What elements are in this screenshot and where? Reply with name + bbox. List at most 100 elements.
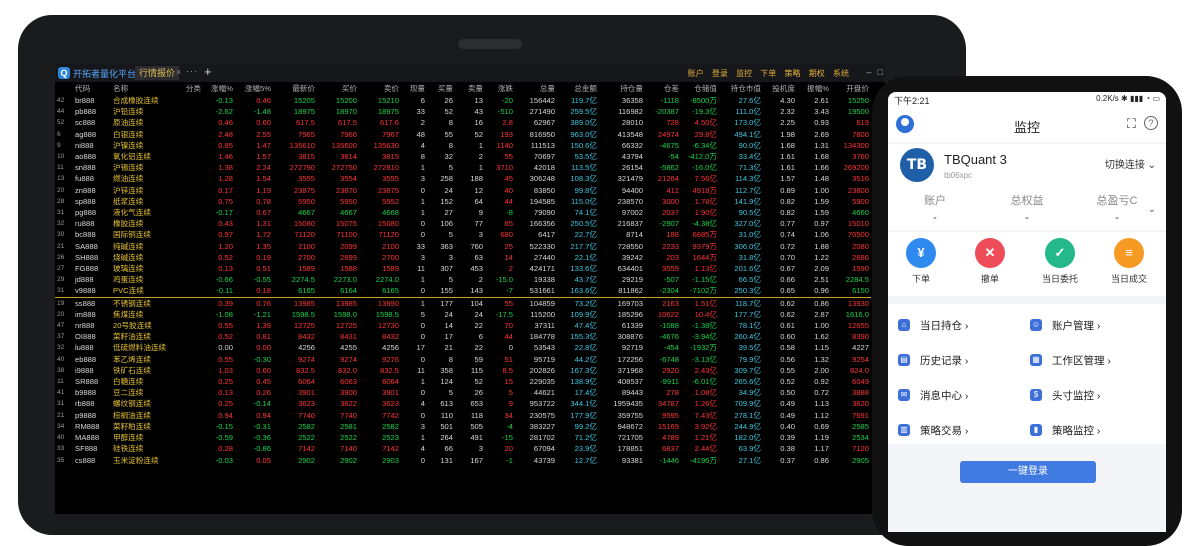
app-logo-icon: Q — [58, 67, 70, 79]
column-header[interactable] — [55, 82, 73, 95]
table-cell: 24 — [444, 309, 453, 319]
table-row[interactable]: 35 cs888 玉米淀粉连续 -0.03 0.05 2902 2902 2903 0 131 16… — [55, 455, 871, 466]
menu-item-6[interactable]: ▥ 策略交易 › — [898, 421, 1028, 441]
column-header[interactable]: 卖量 — [455, 82, 485, 95]
column-header[interactable]: 涨幅% — [203, 82, 235, 95]
column-header[interactable]: 持仓量 — [599, 82, 645, 95]
tab-quotes[interactable]: 行情报价 — [135, 66, 180, 80]
table-row[interactable]: 11 sn888 沪锡连续 1.38 2.24 272790 272750 272810 1 5 1… — [55, 162, 871, 173]
table-row[interactable]: 31 rb888 螺纹钢连续 0.25 -0.14 3623 3622 3623 4 613 653… — [55, 398, 871, 409]
column-header[interactable]: 买量 — [427, 82, 455, 95]
column-header[interactable]: 仓差 — [645, 82, 681, 95]
column-header[interactable]: 总量 — [515, 82, 557, 95]
table-row[interactable]: 28 sp888 纸浆连续 0.75 0.78 5950 5950 5952 1 152 64 44 1… — [55, 196, 871, 207]
table-cell: 0.72 — [780, 241, 795, 251]
table-cell: 4 — [420, 444, 425, 454]
table-row[interactable]: 37 OI888 菜籽油连续 0.52 0.81 8432 8431 8432 0 17 6 44 18… — [55, 331, 871, 342]
column-header[interactable]: 总金额 — [557, 82, 599, 95]
table-row[interactable]: 20 im888 焦煤连续 -1.08 -1.21 1598.5 1598.0 1598.5 5… — [55, 309, 871, 320]
column-header[interactable]: 开盘价 — [831, 82, 871, 95]
table-cell: 1.98 — [780, 129, 795, 139]
quick-action-3[interactable]: ≡ 当日成交 — [1094, 238, 1164, 285]
column-header[interactable]: 现量 — [401, 82, 427, 95]
table-row[interactable]: 42 br888 合成橡胶连续 -0.13 0.46 15205 15200 15210 6 26… — [55, 95, 871, 106]
table-cell: 1 — [420, 377, 425, 387]
column-header[interactable]: 最新价 — [273, 82, 317, 95]
table-row[interactable]: 13 fu888 燃油连续 1.28 1.54 3555 3554 3555 3 258 188 45… — [55, 173, 871, 184]
more-icon[interactable]: ··· — [186, 66, 198, 76]
menu-item-7[interactable]: ▮ 策略监控 › — [1030, 421, 1160, 441]
table-row[interactable]: 31 pg888 液化气连续 -0.17 0.67 4667 4667 4668 1 27 9 -8 7… — [55, 207, 871, 218]
column-header[interactable]: 涨跌 — [485, 82, 515, 95]
menu-system[interactable]: 系统 — [833, 69, 849, 78]
column-header[interactable]: 振幅% — [797, 82, 831, 95]
column-header[interactable]: 名称 — [111, 82, 171, 95]
menu-item-0[interactable]: ⌂ 当日持仓 › — [898, 316, 1028, 336]
table-row[interactable]: 30 bc888 国际铜连续 0.97 1.72 71120 71100 71120 0 5 3 68… — [55, 229, 871, 240]
quick-action-2[interactable]: ✓ 当日委托 — [1025, 238, 1095, 285]
table-cell: 7967 — [382, 129, 399, 139]
table-row[interactable]: 52 sc888 原油连续 0.46 0.60 617.5 617.5 617.6 2 8 16 2.… — [55, 117, 871, 128]
scan-icon[interactable]: ⛶ — [1127, 116, 1136, 132]
table-cell: 238570 — [617, 196, 643, 206]
table-row[interactable]: 11 SR888 白糖连续 0.25 0.45 6064 6063 6064 1 124 52 15 2… — [55, 376, 871, 387]
table-row[interactable]: 9 ni888 沪镍连续 0.85 1.47 135610 135600 135630 4 8 1 1… — [55, 140, 871, 151]
menu-strategy[interactable]: 策略 — [785, 69, 801, 78]
menu-order[interactable]: 下单 — [760, 69, 776, 78]
column-header[interactable]: 卖价 — [359, 82, 401, 95]
table-row[interactable]: 10 ao888 氧化铝连续 1.46 1.57 3815 3814 3815 8 32 2 55 70… — [55, 151, 871, 162]
menu-item-3[interactable]: ▦ 工作区管理 › — [1030, 351, 1160, 371]
switch-connection-button[interactable]: 切换连接 ⌄ — [1105, 156, 1156, 171]
minimize-icon[interactable]: – — [867, 67, 872, 77]
table-cell: 0.67 — [780, 264, 795, 274]
table-row[interactable]: 29 jd888 鸡蛋连续 -0.66 -0.55 2274.5 2273.0 2274.0 1… — [55, 274, 871, 285]
one-click-login-button[interactable]: 一键登录 — [960, 461, 1096, 483]
stat-value: - — [933, 212, 937, 224]
table-row[interactable]: 34 RM888 菜籽粕连续 -0.15 -0.31 2582 2581 2582 3 501 50… — [55, 421, 871, 432]
menu-account[interactable]: 账户 — [688, 69, 704, 78]
table-row[interactable]: 32 ru888 橡胶连续 0.43 1.31 15080 15075 15080 0 106 77… — [55, 218, 871, 229]
tab-close-icon[interactable]: × — [176, 67, 181, 77]
table-row[interactable]: 38 i9888 铁矿石连续 1.03 0.60 832.5 832.0 832.5 11 358… — [55, 365, 871, 376]
menu-item-1[interactable]: ☺ 账户管理 › — [1030, 316, 1160, 336]
table-row[interactable]: 40 MA888 甲醇连续 -0.59 -0.36 2522 2522 2523 1 264 491… — [55, 432, 871, 443]
menu-login[interactable]: 登录 — [712, 69, 728, 78]
table-cell — [171, 162, 203, 173]
menu-item-5[interactable]: $ 头寸监控 › — [1030, 386, 1160, 406]
table-row[interactable]: 44 pb888 沪铅连续 -2.62 -1.48 18975 18970 18975 33 52… — [55, 106, 871, 117]
table-cell: 1.59 — [814, 208, 829, 218]
quick-action-1[interactable]: ✕ 撤单 — [955, 238, 1025, 285]
table-row[interactable]: 41 b9888 豆二连续 0.13 0.26 3901 3900 3901 0 5 26 5 4462… — [55, 387, 871, 398]
menu-item-4[interactable]: ✉ 消息中心 › — [898, 386, 1028, 406]
column-header[interactable]: 涨幅5% — [235, 82, 273, 95]
menu-item-2[interactable]: ▤ 历史记录 › — [898, 351, 1028, 371]
table-row[interactable]: 19 ss888 不锈钢连续 0.39 0.76 13985 13985 13990 1 177 1… — [55, 296, 871, 309]
quick-action-0[interactable]: ¥ 下单 — [888, 238, 956, 285]
table-row[interactable]: 6 ag888 白银连续 2.48 2.55 7965 7966 7967 48 55 52 193 8… — [55, 129, 871, 140]
table-row[interactable]: 33 SF888 硅铁连续 0.28 -0.86 7142 7140 7142 4 66 3 20 67… — [55, 443, 871, 454]
expand-chevron-icon[interactable]: ⌄ — [1148, 204, 1156, 215]
table-row[interactable]: 32 lu888 低硫燃料油连续 0.00 0.00 4256 4255 4256 17 21 22… — [55, 342, 871, 353]
table-row[interactable]: 26 SH888 烧碱连续 0.52 0.19 2700 2699 2700 3 3 63 14 274… — [55, 252, 871, 263]
table-row[interactable]: 47 nr888 20号胶连续 0.55 1.39 12725 12725 12730 0 14 2… — [55, 320, 871, 331]
column-header[interactable]: 持仓市值 — [719, 82, 763, 95]
table-row[interactable]: 21 SA888 纯碱连续 1.20 1.35 2100 2099 2100 33 363 760 2… — [55, 241, 871, 252]
column-header[interactable]: 投机度 — [763, 82, 797, 95]
table-row[interactable]: 20 zn888 沪锌连续 0.17 1.19 23875 23870 23875 0 24 12 4… — [55, 185, 871, 196]
table-row[interactable]: 27 FG888 玻璃连续 0.13 0.51 1589 1588 1589 11 307 453 2… — [55, 263, 871, 274]
table-row[interactable]: 21 p9888 棕榈油连续 0.94 0.94 7740 7740 7742 0 110 118 3… — [55, 410, 871, 421]
column-header[interactable]: 仓储值 — [681, 82, 719, 95]
column-header[interactable]: 买价 — [317, 82, 359, 95]
table-cell: 143 — [470, 286, 483, 296]
help-icon[interactable]: ? — [1144, 116, 1158, 130]
menu-monitor[interactable]: 监控 — [736, 69, 752, 78]
table-row[interactable]: 31 v9888 PVC连续 -0.11 0.18 6165 6164 6165 0 155 143… — [55, 285, 871, 297]
new-tab-icon[interactable]: + — [204, 64, 212, 80]
column-header[interactable]: 分类 — [171, 82, 203, 95]
maximize-icon[interactable]: □ — [878, 67, 883, 77]
column-header[interactable]: 代码 — [73, 82, 111, 95]
table-row[interactable]: 40 eb888 苯乙烯连续 0.55 -0.30 9274 9274 9276 0 8 59 51 9… — [55, 354, 871, 365]
table-cell: 44621 — [533, 388, 555, 398]
menu-options[interactable]: 期权 — [809, 69, 825, 78]
table-cell: -412.0万 — [687, 152, 717, 162]
